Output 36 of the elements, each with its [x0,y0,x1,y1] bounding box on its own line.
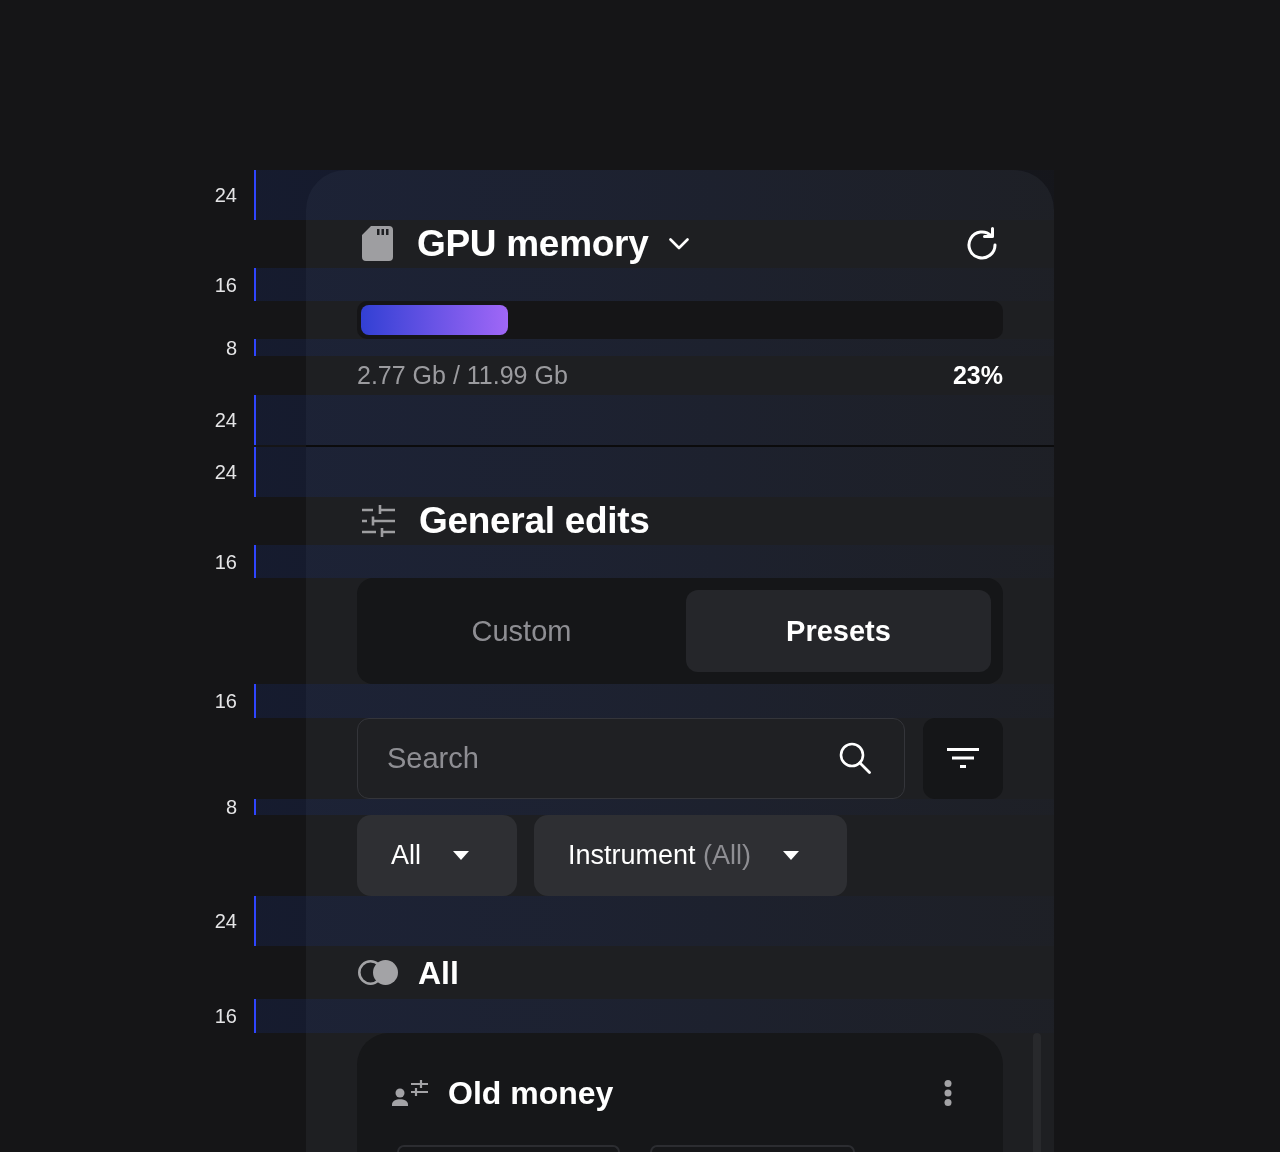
memory-percent: 23% [952,362,1003,388]
spacing-label: 16 [213,274,237,295]
spacing-label: 24 [213,409,237,430]
more-button[interactable] [944,1079,952,1106]
person-sliders-icon [392,1079,428,1106]
section-title: General edits [419,502,650,540]
chevron-down-icon [669,238,690,250]
tab[interactable]: Custom [369,590,674,673]
search-icon [839,741,871,774]
refresh-button[interactable] [965,227,999,261]
spacing-label: 24 [213,461,237,482]
spacing-label: 24 [213,911,237,932]
search-field[interactable]: Search [357,717,905,799]
tab[interactable]: Presets [686,590,991,673]
dropdown-button[interactable]: All [357,815,517,897]
dropdown-button[interactable]: Instrument (All) [534,815,848,897]
memory-usage-text: 2.77 Gb / 11.99 Gb [357,362,568,388]
spacing-label: 8 [224,796,237,817]
memory-dropdown[interactable]: GPU memory [417,225,690,263]
more-options-icon [944,1079,952,1106]
preset-card[interactable]: Old money [357,1032,1003,1152]
preset-title: Old money [448,1076,614,1109]
spacing-label: 16 [213,1005,237,1026]
filter-icon [947,748,979,769]
refresh-icon [965,227,999,261]
spacing-label: 16 [213,551,237,572]
caret-icon [453,851,469,861]
caret-icon [783,851,800,861]
spacing-label: 24 [213,185,237,205]
filter-button[interactable] [923,717,1003,799]
sd-card-icon [362,226,393,262]
spacing-label: 16 [213,690,237,711]
group-title: All [418,956,459,989]
overlapping-circles-icon [358,960,398,986]
sliders-icon [362,504,395,537]
spacing-label: 8 [224,337,237,358]
